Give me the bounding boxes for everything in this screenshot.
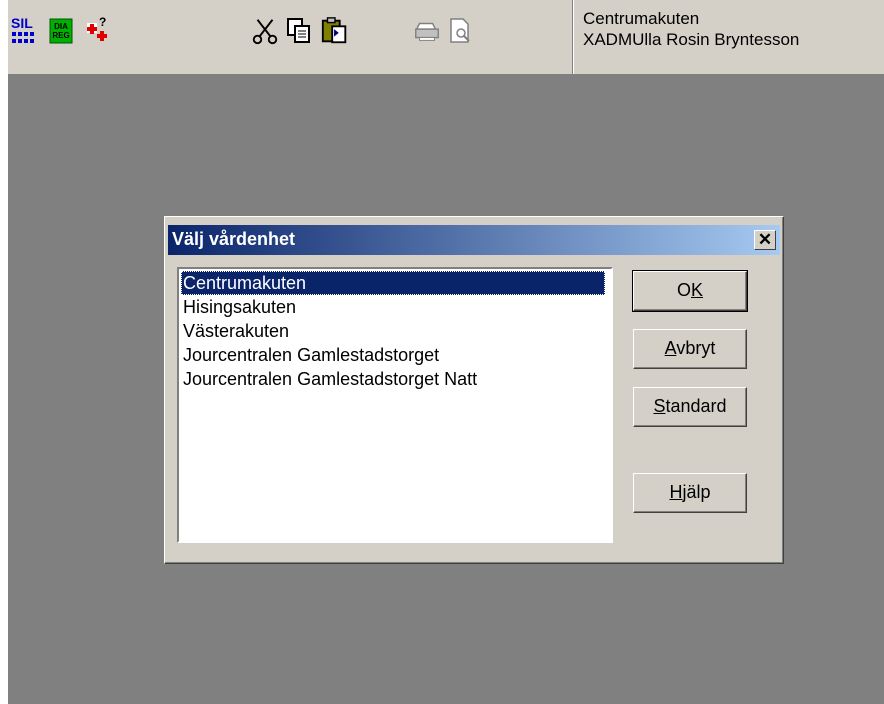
current-user-label: XADMUlla Rosin Bryntesson [583,30,800,49]
svg-text:SIL: SIL [11,15,33,31]
dialog-title-bar[interactable]: Välj vårdenhet ✕ [168,225,780,255]
copy-icon[interactable] [284,14,314,48]
cut-icon[interactable] [250,14,280,48]
dialog-title: Välj vårdenhet [172,229,296,249]
standard-button[interactable]: Standard [633,387,747,427]
sil-icon[interactable]: SIL [10,14,40,48]
toolbar: SIL DIA REG ? Centrumakuten XADMUlla Ros… [8,0,884,74]
workspace-area: Välj vårdenhet ✕ Centrumakuten Hisingsak… [8,74,884,704]
svg-text:?: ? [99,15,106,29]
medical-help-icon[interactable]: ? [84,14,114,48]
cancel-button[interactable]: Avbryt [633,329,747,369]
care-unit-list[interactable]: Centrumakuten Hisingsakuten Västerakuten… [177,267,613,543]
list-item-vasterakuten[interactable]: Västerakuten [181,319,609,343]
list-item-jourcentralen-gamlestadstorget[interactable]: Jourcentralen Gamlestadstorget [181,343,609,367]
application-window: SIL DIA REG ? Centrumakuten XADMUlla Ros… [8,0,884,704]
print-preview-icon[interactable] [446,14,476,48]
help-button[interactable]: Hjälp [633,473,747,513]
close-button[interactable]: ✕ [754,230,776,250]
list-item-centrumakuten[interactable]: Centrumakuten [181,271,605,295]
print-icon[interactable] [412,14,442,48]
list-item-jourcentralen-gamlestadstorget-natt[interactable]: Jourcentralen Gamlestadstorget Natt [181,367,609,391]
svg-text:DIA: DIA [54,22,68,31]
paste-icon[interactable] [320,14,350,48]
user-info-panel: Centrumakuten XADMUlla Rosin Bryntesson [572,0,884,74]
select-care-unit-dialog: Välj vårdenhet ✕ Centrumakuten Hisingsak… [164,216,784,564]
list-item-hisingsakuten[interactable]: Hisingsakuten [181,295,609,319]
dia-reg-icon[interactable]: DIA REG [46,14,76,48]
svg-text:REG: REG [52,31,69,40]
ok-button[interactable]: OK [632,270,748,312]
close-icon: ✕ [757,230,773,249]
current-unit-label: Centrumakuten [583,9,700,28]
